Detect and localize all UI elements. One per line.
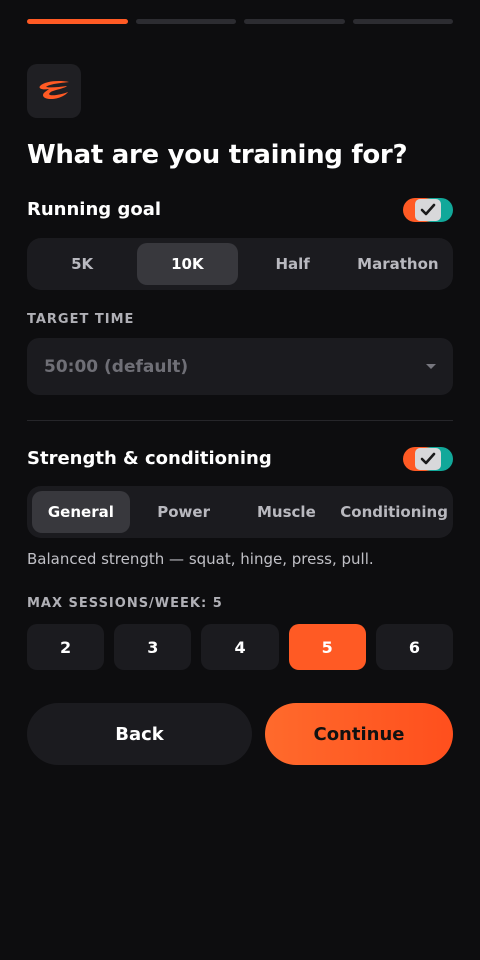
target-time-select[interactable]: 50:00 (default) xyxy=(27,338,453,395)
target-time-label: TARGET TIME xyxy=(27,312,135,327)
sessions-option-5[interactable]: 5 xyxy=(288,624,366,670)
target-time-value: 50:00 (default) xyxy=(44,356,189,377)
chevron-down-icon xyxy=(426,364,436,369)
progress-bar xyxy=(27,19,453,24)
strength-toggle[interactable] xyxy=(403,447,453,471)
check-icon xyxy=(420,203,436,216)
focus-option-conditioning[interactable]: Conditioning xyxy=(340,491,448,533)
distance-option-half[interactable]: Half xyxy=(243,243,343,285)
running-goal-label: Running goal xyxy=(27,199,162,220)
sessions-selector: 2 3 4 5 6 xyxy=(27,624,454,670)
back-button[interactable]: Back xyxy=(27,703,252,765)
strength-description: Balanced strength — squat, hinge, press,… xyxy=(27,550,374,568)
toggle-knob xyxy=(415,448,441,470)
page-title: What are you training for? xyxy=(27,140,408,170)
strength-focus-selector: General Power Muscle Conditioning xyxy=(27,486,453,538)
section-divider xyxy=(27,420,453,421)
distance-option-marathon[interactable]: Marathon xyxy=(348,243,448,285)
sessions-option-6[interactable]: 6 xyxy=(375,624,454,670)
swoosh-logo-icon xyxy=(39,81,69,99)
strength-label: Strength & conditioning xyxy=(27,448,272,469)
sessions-option-4[interactable]: 4 xyxy=(201,624,279,670)
app-logo xyxy=(27,64,81,118)
sessions-option-3[interactable]: 3 xyxy=(114,624,192,670)
distance-option-5k[interactable]: 5K xyxy=(32,243,132,285)
continue-button[interactable]: Continue xyxy=(265,703,453,765)
max-sessions-label: MAX SESSIONS/WEEK: 5 xyxy=(27,596,223,611)
sessions-option-2[interactable]: 2 xyxy=(27,624,105,670)
check-icon xyxy=(420,452,436,465)
progress-step-2 xyxy=(135,19,236,24)
distance-option-10k[interactable]: 10K xyxy=(137,243,238,285)
running-distance-selector: 5K 10K Half Marathon xyxy=(27,238,453,290)
running-goal-toggle[interactable] xyxy=(403,198,453,222)
focus-option-general[interactable]: General xyxy=(32,491,130,533)
focus-option-muscle[interactable]: Muscle xyxy=(238,491,336,533)
progress-step-4 xyxy=(352,19,453,24)
toggle-knob xyxy=(415,199,441,221)
progress-step-3 xyxy=(244,19,345,24)
progress-step-1 xyxy=(27,19,128,24)
focus-option-power[interactable]: Power xyxy=(135,491,233,533)
